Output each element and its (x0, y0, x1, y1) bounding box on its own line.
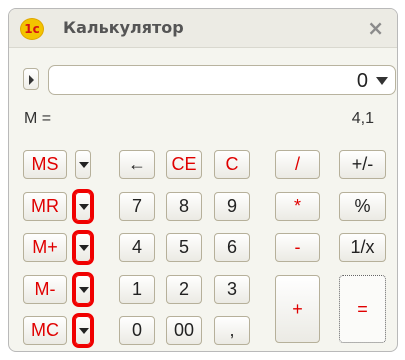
app-logo: 1c (20, 18, 44, 40)
seven-button[interactable]: 7 (119, 192, 155, 221)
window-title: Калькулятор (63, 18, 184, 37)
nine-button[interactable]: 9 (214, 192, 250, 221)
two-button[interactable]: 2 (166, 275, 202, 304)
expand-arrow-button[interactable] (23, 68, 39, 90)
calculator-window: 1c Калькулятор × 0 M = 4,1 MS MR M+ M- M… (8, 8, 398, 352)
memory-label: M = (24, 110, 52, 127)
display-field[interactable]: 0 (48, 65, 396, 95)
mr-dropdown-icon[interactable] (72, 189, 94, 224)
ce-button[interactable]: CE (166, 150, 202, 179)
comma-button[interactable]: , (214, 316, 250, 345)
title-bar: 1c Калькулятор × (9, 9, 397, 48)
plus-button[interactable]: + (275, 275, 320, 343)
five-button[interactable]: 5 (166, 233, 202, 262)
mplus-dropdown-icon[interactable] (72, 230, 94, 265)
mminus-dropdown-icon[interactable] (72, 272, 94, 307)
backspace-button[interactable]: ← (119, 150, 155, 179)
mminus-button[interactable]: M- (23, 275, 67, 304)
ms-dropdown-icon[interactable] (75, 150, 91, 179)
display-value: 0 (356, 70, 368, 92)
percent-button[interactable]: % (339, 192, 386, 221)
eight-button[interactable]: 8 (166, 192, 202, 221)
multiply-button[interactable]: * (275, 192, 320, 221)
mc-button[interactable]: MC (23, 316, 67, 345)
divide-button[interactable]: / (275, 150, 320, 179)
reciprocal-button[interactable]: 1/x (339, 233, 386, 262)
mplus-button[interactable]: M+ (23, 233, 67, 262)
c-button[interactable]: C (214, 150, 250, 179)
equals-button[interactable]: = (339, 275, 386, 343)
memory-value: 4,1 (351, 110, 374, 127)
minus-button[interactable]: - (275, 233, 320, 262)
double-zero-button[interactable]: 00 (166, 316, 202, 345)
close-icon[interactable]: × (367, 16, 384, 40)
four-button[interactable]: 4 (119, 233, 155, 262)
one-button[interactable]: 1 (119, 275, 155, 304)
display-dropdown-icon[interactable] (376, 77, 388, 85)
six-button[interactable]: 6 (214, 233, 250, 262)
ms-button[interactable]: MS (23, 150, 67, 179)
zero-button[interactable]: 0 (119, 316, 155, 345)
three-button[interactable]: 3 (214, 275, 250, 304)
mr-button[interactable]: MR (23, 192, 67, 221)
plus-minus-button[interactable]: +/- (339, 150, 386, 179)
mc-dropdown-icon[interactable] (72, 313, 94, 348)
